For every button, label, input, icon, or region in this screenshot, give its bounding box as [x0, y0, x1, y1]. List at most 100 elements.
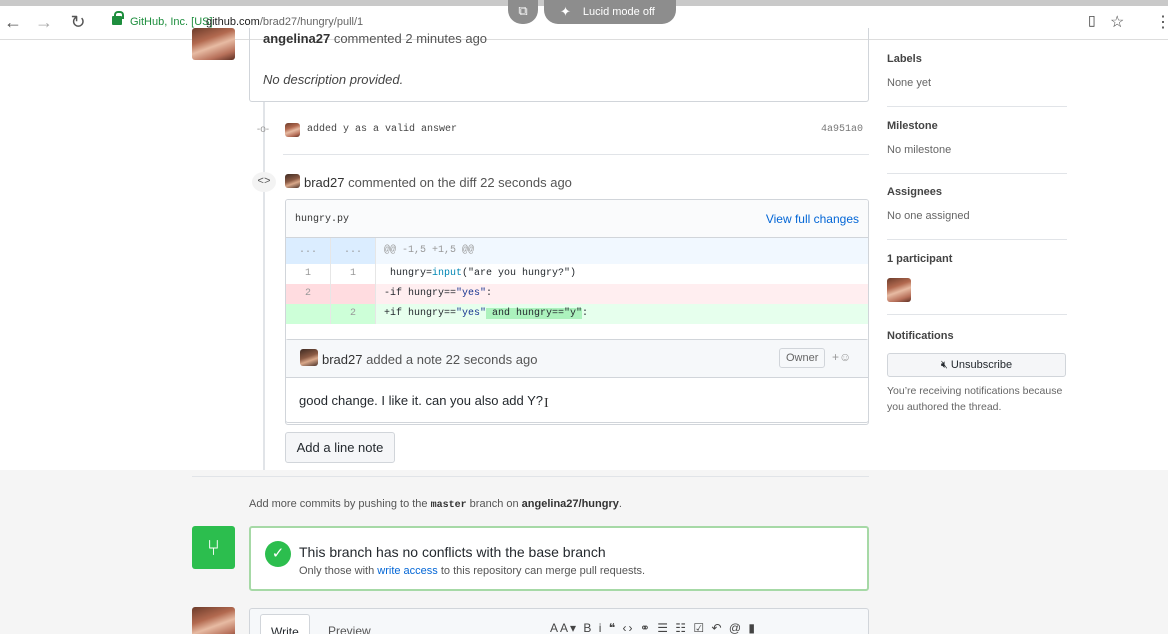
- diff-row-added: 2 +if hungry=="yes" and hungry=="y":: [286, 304, 868, 324]
- push-middle: branch on: [469, 498, 519, 510]
- line-number[interactable]: 2: [331, 304, 376, 324]
- note-author[interactable]: brad27: [322, 352, 362, 367]
- sidebar-assignees: Assignees No one assigned: [887, 186, 1067, 240]
- divider: [192, 476, 869, 477]
- back-icon[interactable]: ←: [2, 12, 24, 32]
- diff-file-name[interactable]: hungry.py: [295, 214, 349, 225]
- sidebar-assignees-value: No one assigned: [887, 210, 970, 222]
- comment-header: angelina27 commented 2 minutes ago: [263, 31, 487, 46]
- avatar[interactable]: [192, 607, 235, 634]
- line-note-header: brad27 added a note 22 seconds ago Owner…: [286, 340, 868, 378]
- diff-row: 1 1 hungry=input("are you hungry?"): [286, 264, 868, 284]
- line-number[interactable]: [286, 304, 331, 324]
- code-token: ("are you hungry?"): [462, 268, 577, 279]
- lucid-overlay: ⧉ ✦ Lucid mode off: [508, 0, 676, 24]
- review-header: brad27 commented on the diff 22 seconds …: [304, 175, 572, 190]
- timeline-line: [263, 102, 265, 470]
- repo-link[interactable]: angelina27/hungry: [522, 498, 619, 510]
- tab-write[interactable]: Write: [260, 614, 310, 634]
- code-token: "yes": [456, 308, 487, 319]
- markdown-toolbar[interactable]: AA▾ B i ❝ ‹› ⚭ ☰ ☷ ☑ ↶ @ ▮: [550, 621, 757, 634]
- line-note: brad27 added a note 22 seconds ago Owner…: [285, 339, 869, 423]
- forward-icon[interactable]: →: [33, 12, 55, 32]
- code-token: :: [582, 308, 589, 319]
- line-number[interactable]: [331, 284, 376, 304]
- comment-editor: Write Preview AA▾ B i ❝ ‹› ⚭ ☰ ☷ ☑ ↶ @ ▮: [249, 608, 869, 634]
- code-token: :: [486, 288, 493, 299]
- git-merge-icon: ⑂: [192, 526, 235, 569]
- comment-author[interactable]: angelina27: [263, 31, 330, 46]
- comment-body: No description provided.: [263, 72, 404, 87]
- review-action: commented on the diff 22 seconds ago: [348, 175, 572, 190]
- code-icon: <>: [252, 172, 276, 192]
- avatar[interactable]: [300, 349, 318, 366]
- sidebar-participants-title: 1 participant: [887, 253, 953, 265]
- mute-icon: 🔇︎: [940, 358, 948, 371]
- avatar[interactable]: [285, 174, 300, 188]
- review-author[interactable]: brad27: [304, 175, 344, 190]
- branch-name: master: [430, 500, 467, 511]
- line-number[interactable]: ...: [331, 238, 376, 264]
- view-full-changes-link[interactable]: View full changes: [766, 212, 859, 226]
- commit-sha[interactable]: 4a951a0: [821, 124, 863, 135]
- unsubscribe-button[interactable]: 🔇︎ Unsubscribe: [887, 353, 1066, 377]
- menu-icon[interactable]: ⋮: [1155, 12, 1168, 32]
- add-reaction-icon[interactable]: +☺: [832, 350, 851, 364]
- push-suffix: .: [618, 498, 622, 510]
- participant-avatar[interactable]: [887, 278, 911, 302]
- commit-message[interactable]: added y as a valid answer: [307, 124, 457, 135]
- text-cursor-icon: I: [544, 396, 549, 411]
- merge-status-title: This branch has no conflicts with the ba…: [299, 544, 606, 560]
- push-instructions: Add more commits by pushing to the maste…: [249, 498, 622, 511]
- sparkle-icon: ✦: [560, 4, 571, 19]
- code-token: +if hungry==: [384, 308, 457, 319]
- sidebar-milestone-value: No milestone: [887, 144, 952, 156]
- code-token-highlight: and hungry=="y": [486, 308, 583, 319]
- diff-code: +if hungry=="yes" and hungry=="y":: [384, 304, 588, 324]
- diff-hunk-row: ... ... @@ -1,5 +1,5 @@: [286, 238, 868, 264]
- copy-icon[interactable]: ⧉: [508, 0, 538, 24]
- note-body: good change. I like it. can you also add…: [299, 393, 544, 408]
- sidebar-labels: Labels None yet: [887, 53, 1067, 107]
- sidebar-assignees-title[interactable]: Assignees: [887, 186, 1067, 198]
- line-number[interactable]: 2: [286, 284, 331, 304]
- note-action: added a note 22 seconds ago: [366, 352, 538, 367]
- security-label: GitHub, Inc. [US]: [130, 16, 213, 28]
- line-number[interactable]: 1: [331, 264, 376, 284]
- code-token: "yes": [456, 288, 487, 299]
- merge-sub-prefix: Only those with: [299, 565, 375, 577]
- hunk-header: @@ -1,5 +1,5 @@: [384, 245, 475, 256]
- unsubscribe-label: Unsubscribe: [950, 358, 1013, 371]
- line-number[interactable]: ...: [286, 238, 331, 264]
- lucid-mode-label: Lucid mode off: [582, 6, 655, 18]
- tab-preview[interactable]: Preview: [318, 614, 381, 634]
- sidebar-participants: 1 participant: [887, 253, 1067, 315]
- line-number[interactable]: 1: [286, 264, 331, 284]
- sidebar-labels-value: None yet: [887, 77, 932, 89]
- add-line-note-button[interactable]: Add a line note: [285, 432, 395, 463]
- code-token: hungry=: [384, 268, 433, 279]
- address-bar[interactable]: github.com/brad27/hungry/pull/1: [206, 16, 363, 28]
- sidebar-notifications: Notifications: [887, 330, 1067, 350]
- url-path: /brad27/hungry/pull/1: [259, 16, 364, 28]
- reader-icon[interactable]: ▯: [1088, 12, 1096, 29]
- avatar[interactable]: [192, 28, 235, 60]
- diff-code: hungry=input("are you hungry?"): [384, 264, 576, 284]
- merge-status-box: ✓ This branch has no conflicts with the …: [249, 526, 869, 591]
- merge-status-subtitle: Only those with write access to this rep…: [299, 565, 645, 577]
- comment-action: commented 2 minutes ago: [333, 31, 488, 46]
- write-access-link[interactable]: write access: [377, 565, 438, 577]
- merge-sub-suffix: to this repository can merge pull reques…: [440, 565, 646, 577]
- divider: [283, 154, 869, 155]
- sidebar-milestone-title[interactable]: Milestone: [887, 120, 1067, 132]
- star-icon[interactable]: ☆: [1110, 12, 1124, 32]
- reload-icon[interactable]: ↻: [67, 12, 89, 32]
- diff-row-deleted: 2 -if hungry=="yes":: [286, 284, 868, 304]
- sidebar-labels-title[interactable]: Labels: [887, 53, 1067, 65]
- sidebar-notifications-title: Notifications: [887, 330, 954, 342]
- lucid-mode-toggle[interactable]: ✦ Lucid mode off: [544, 0, 676, 24]
- check-icon: ✓: [265, 541, 291, 567]
- commit-icon: -o-: [256, 124, 270, 135]
- avatar[interactable]: [285, 123, 300, 137]
- url-host: github.com: [206, 16, 260, 28]
